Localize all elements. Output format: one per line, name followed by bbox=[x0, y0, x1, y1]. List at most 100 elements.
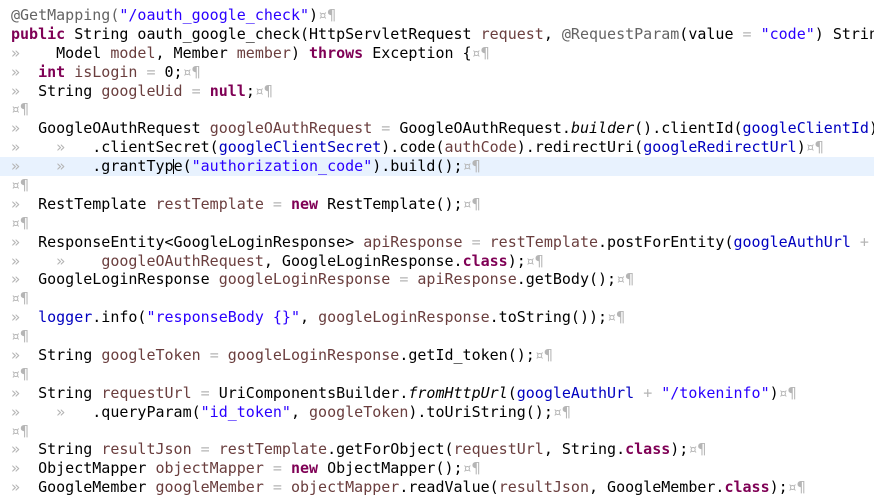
string-literal-token: "authorization_code" bbox=[191, 157, 373, 176]
whitespace-marker: + bbox=[643, 383, 653, 402]
code-line[interactable]: » String requestUrl = UriComponentsBuild… bbox=[0, 384, 874, 403]
annotation-token: @GetMapping( bbox=[11, 6, 120, 24]
whitespace-marker: ¤¶ bbox=[525, 251, 544, 270]
code-line[interactable]: ¤¶ bbox=[0, 214, 874, 233]
whitespace-marker: = bbox=[742, 24, 752, 43]
code-token: ).build(); bbox=[372, 157, 463, 176]
whitespace-marker: ¤¶ bbox=[607, 308, 626, 327]
whitespace-marker: ¤¶ bbox=[318, 6, 337, 24]
code-token: ) bbox=[869, 119, 874, 137]
whitespace-marker: ¤¶ bbox=[462, 157, 481, 176]
code-token: ).code( bbox=[381, 138, 445, 157]
whitespace-marker: ¤¶ bbox=[688, 440, 707, 459]
whitespace-marker: » bbox=[11, 62, 39, 81]
code-line[interactable]: » » .queryParam("id_token", googleToken)… bbox=[0, 403, 874, 422]
annotation-token: @RequestParam bbox=[561, 24, 680, 43]
whitespace-marker: = bbox=[381, 119, 391, 138]
code-line[interactable]: » » .grantType("authorization_code").bui… bbox=[0, 157, 874, 177]
whitespace-marker: ¤¶ bbox=[787, 478, 806, 497]
code-line[interactable]: public String oauth_google_check(HttpSer… bbox=[0, 25, 874, 44]
code-token: Model bbox=[56, 43, 111, 62]
code-token: RestTemplate(); bbox=[318, 194, 463, 213]
code-token: .toString()); bbox=[489, 308, 608, 327]
keyword-token: null bbox=[209, 81, 246, 100]
code-token: String bbox=[38, 81, 102, 100]
code-token: e( bbox=[173, 157, 192, 176]
string-literal-token: "/oauth_google_check" bbox=[119, 6, 310, 24]
keyword-token: class bbox=[625, 440, 671, 459]
keyword-token: throws bbox=[309, 43, 364, 62]
code-token: String bbox=[38, 383, 102, 402]
keyword-token: int bbox=[38, 62, 66, 81]
whitespace-marker: ¤¶ bbox=[805, 138, 824, 157]
variable-token: isLogin bbox=[74, 62, 138, 81]
code-token: (value bbox=[679, 24, 743, 43]
whitespace-marker: ¤¶ bbox=[462, 194, 481, 213]
code-token: ) bbox=[769, 383, 779, 402]
code-line[interactable]: » Model model, Member member) throws Exc… bbox=[0, 44, 874, 63]
code-token: .clientSecret( bbox=[92, 138, 219, 157]
code-editor[interactable]: @GetMapping("/oauth_google_check")¤¶ publ… bbox=[0, 0, 874, 501]
code-token: ); bbox=[769, 478, 788, 497]
code-token: ) bbox=[290, 43, 310, 62]
whitespace-marker: » bbox=[11, 440, 39, 459]
whitespace-marker: ¤¶ bbox=[11, 213, 30, 232]
variable-token: googleLoginResponse bbox=[318, 308, 490, 327]
code-line[interactable]: » RestTemplate restTemplate = new RestTe… bbox=[0, 195, 874, 214]
whitespace-marker: ¤¶ bbox=[778, 383, 797, 402]
variable-token: googleOAuthRequest bbox=[101, 251, 264, 270]
whitespace-marker: = bbox=[146, 62, 156, 81]
whitespace-marker: » bbox=[11, 232, 39, 251]
code-line[interactable]: » GoogleMember googleMember = objectMapp… bbox=[0, 478, 874, 497]
variable-token: resultJson bbox=[498, 478, 589, 497]
variable-token: googleMember bbox=[155, 478, 264, 497]
code-line[interactable]: » » .clientSecret(googleClientSecret).co… bbox=[0, 138, 874, 157]
code-line[interactable]: @GetMapping("/oauth_google_check")¤¶ bbox=[0, 6, 874, 25]
code-line[interactable]: » String resultJson = restTemplate.getFo… bbox=[0, 440, 874, 459]
code-line[interactable]: ¤¶ bbox=[0, 365, 874, 384]
whitespace-marker: ¤¶ bbox=[182, 62, 201, 81]
code-token: .getBody(); bbox=[516, 270, 617, 289]
code-line[interactable]: ¤¶ bbox=[0, 100, 874, 119]
code-line[interactable]: » ObjectMapper objectMapper = new Object… bbox=[0, 459, 874, 478]
code-line[interactable]: ¤¶ bbox=[0, 422, 874, 441]
code-token: .queryParam( bbox=[92, 402, 201, 421]
code-line[interactable]: » String googleUid = null;¤¶ bbox=[0, 82, 874, 101]
code-line[interactable]: » int isLogin = 0;¤¶ bbox=[0, 63, 874, 82]
whitespace-marker: = bbox=[272, 459, 282, 478]
code-line[interactable]: ¤¶ bbox=[0, 289, 874, 308]
field-token: googleRedirectUrl bbox=[643, 138, 797, 157]
code-token: , bbox=[543, 24, 562, 43]
string-literal-token: "responseBody {}" bbox=[146, 308, 300, 327]
code-line[interactable]: » ResponseEntity<GoogleLoginResponse> ap… bbox=[0, 233, 874, 252]
code-line[interactable]: » String googleToken = googleLoginRespon… bbox=[0, 346, 874, 365]
field-token: googleAuthUrl bbox=[733, 232, 851, 251]
code-line[interactable]: » GoogleOAuthRequest googleOAuthRequest … bbox=[0, 119, 874, 138]
code-line[interactable]: ¤¶ bbox=[0, 327, 874, 346]
whitespace-marker: ¤¶ bbox=[11, 176, 30, 195]
code-token: ).redirectUri( bbox=[516, 138, 644, 157]
variable-token: apiResponse bbox=[363, 232, 463, 251]
whitespace-marker: ¤¶ bbox=[534, 346, 553, 365]
code-line[interactable]: » logger.info("responseBody {}", googleL… bbox=[0, 308, 874, 327]
whitespace-marker: ¤¶ bbox=[552, 402, 571, 421]
code-line[interactable]: » » googleOAuthRequest, GoogleLoginRespo… bbox=[0, 252, 874, 271]
whitespace-marker: ¤¶ bbox=[462, 459, 481, 478]
field-token: logger bbox=[38, 308, 93, 327]
code-line[interactable]: » GoogleLoginResponse googleLoginRespons… bbox=[0, 270, 874, 289]
variable-token: model bbox=[110, 43, 156, 62]
code-token: .getForObject( bbox=[327, 440, 454, 459]
code-line[interactable]: ¤¶ bbox=[0, 176, 874, 195]
